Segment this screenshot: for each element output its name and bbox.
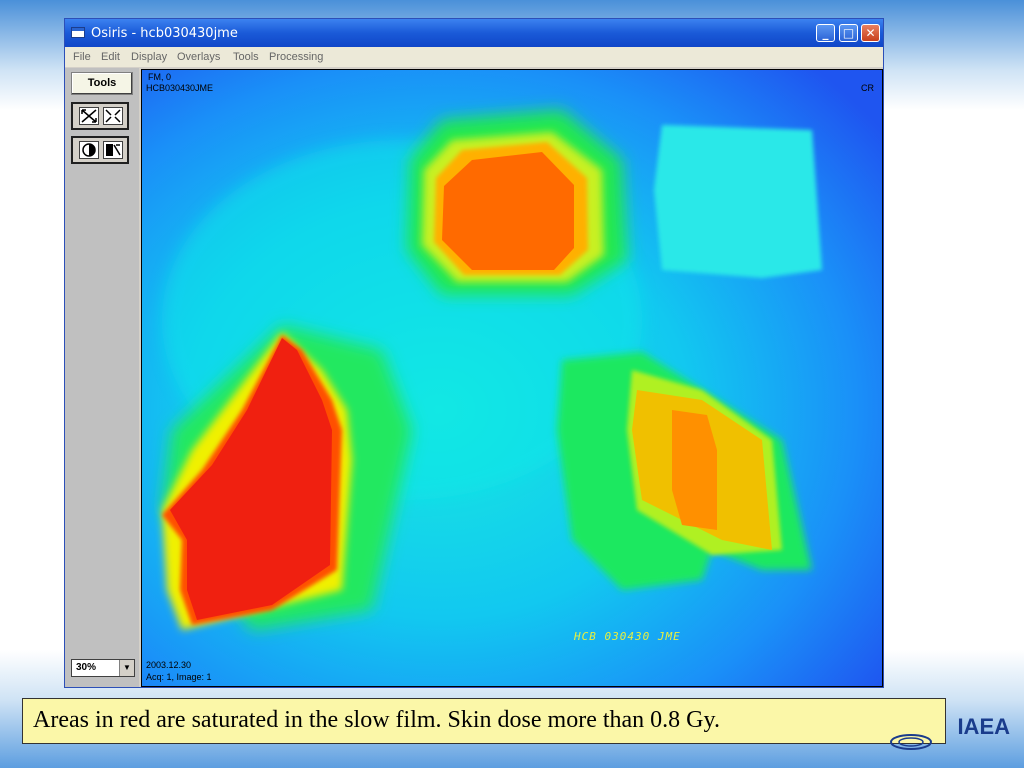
chevron-down-icon[interactable]: ▼	[119, 660, 134, 676]
menu-overlays[interactable]: Overlays	[177, 51, 220, 63]
invert-icon[interactable]	[103, 141, 123, 159]
title-bar[interactable]: Osiris - hcb030430jme _ □ ✕	[65, 19, 883, 47]
maximize-button[interactable]: □	[839, 24, 858, 42]
fit-icon[interactable]	[79, 107, 99, 125]
overlay-date: 2003.12.30	[146, 660, 192, 670]
overlay-cr-label: CR	[861, 83, 874, 93]
overlay-image-id: HCB030430JME	[146, 83, 214, 93]
app-icon	[71, 27, 85, 38]
menu-edit[interactable]: Edit	[101, 51, 120, 63]
overlay-acq-info: Acq: 1, Image: 1	[146, 672, 212, 682]
shrink-icon[interactable]	[103, 107, 123, 125]
zoom-value: 30%	[76, 662, 97, 673]
window-title: Osiris - hcb030430jme	[91, 26, 238, 41]
menu-file[interactable]: File	[73, 51, 91, 63]
menu-bar: File Edit Display Overlays Tools Process…	[65, 47, 883, 67]
iaea-logo: IAEA	[957, 714, 1010, 739]
iaea-emblem-icon	[890, 734, 932, 750]
field-top-right	[654, 125, 822, 278]
zoom-tool-group	[71, 102, 129, 130]
contrast-icon[interactable]	[79, 141, 99, 159]
osiris-window: Osiris - hcb030430jme _ □ ✕ File Edit Di…	[64, 18, 884, 688]
image-viewport[interactable]: FM, 0 HCB030430JME CR 2003.12.30 Acq: 1,…	[141, 69, 883, 687]
slide-caption: Areas in red are saturated in the slow f…	[22, 698, 946, 744]
field-top-center	[407, 110, 627, 295]
tool-panel: Tools 30% ▼	[65, 68, 139, 687]
zoom-select[interactable]: 30% ▼	[71, 659, 135, 677]
menu-tools[interactable]: Tools	[233, 51, 259, 63]
close-button[interactable]: ✕	[861, 24, 880, 42]
film-annotation: HCB 030430 JME	[574, 630, 681, 643]
tools-button[interactable]: Tools	[71, 72, 133, 95]
menu-processing[interactable]: Processing	[269, 51, 323, 63]
overlay-frame-label: FM, 0	[148, 72, 172, 82]
menu-display[interactable]: Display	[131, 51, 167, 63]
display-tool-group	[71, 136, 129, 164]
minimize-button[interactable]: _	[816, 24, 835, 42]
dose-map-image	[142, 70, 882, 686]
